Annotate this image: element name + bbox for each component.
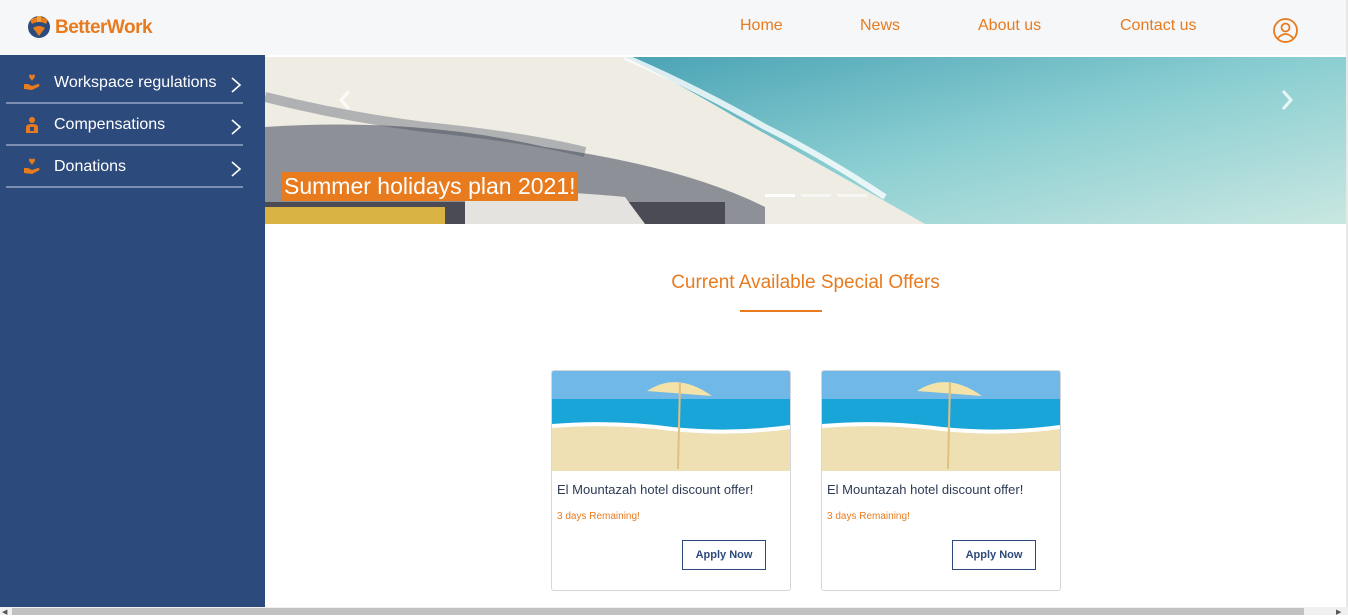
hero-carousel: Summer holidays plan 2021! [265, 57, 1346, 224]
section-title: Current Available Special Offers [671, 272, 940, 293]
sidebar: Workspace regulations Compensations Dona… [0, 55, 265, 607]
title-underline [740, 310, 822, 312]
nav-contact-us[interactable]: Contact us [1120, 17, 1196, 35]
top-header: BetterWork Home News About us Contact us [0, 0, 1348, 55]
chevron-right-icon [231, 161, 242, 177]
carousel-next-icon[interactable] [1280, 89, 1294, 111]
offer-title: El Mountazah hotel discount offer! [557, 482, 754, 497]
nav-news[interactable]: News [860, 17, 900, 35]
hand-heart-icon [24, 158, 40, 174]
apply-now-button[interactable]: Apply Now [682, 540, 766, 570]
main-nav: Home News About us Contact us [0, 17, 1348, 37]
carousel-prev-icon[interactable] [338, 89, 352, 111]
scrollbar-thumb[interactable] [12, 608, 1304, 615]
sidebar-item-compensations[interactable]: Compensations [6, 104, 243, 146]
carousel-indicator[interactable] [837, 194, 867, 197]
person-money-icon [26, 117, 38, 133]
offer-card: El Mountazah hotel discount offer! 3 day… [551, 370, 791, 591]
carousel-indicator[interactable] [765, 194, 795, 197]
hand-heart-icon [24, 74, 40, 90]
apply-now-button[interactable]: Apply Now [952, 540, 1036, 570]
offer-card: El Mountazah hotel discount offer! 3 day… [821, 370, 1061, 591]
nav-home[interactable]: Home [740, 17, 783, 35]
carousel-indicator[interactable] [801, 194, 831, 197]
hero-caption: Summer holidays plan 2021! [282, 172, 578, 201]
sidebar-item-label: Workspace regulations [54, 74, 217, 91]
offer-remaining: 3 days Remaining! [557, 511, 640, 522]
beach-umbrella-image [822, 371, 1060, 471]
sidebar-item-workspace-regulations[interactable]: Workspace regulations [6, 62, 243, 104]
chevron-right-icon [231, 77, 242, 93]
nav-about-us[interactable]: About us [978, 17, 1041, 35]
sidebar-item-donations[interactable]: Donations [6, 146, 243, 188]
user-circle-icon[interactable] [1272, 17, 1299, 44]
beach-umbrella-image [552, 371, 790, 471]
horizontal-scrollbar[interactable]: ◀ ▶ [0, 607, 1348, 616]
sidebar-item-label: Donations [54, 158, 127, 175]
offer-remaining: 3 days Remaining! [827, 511, 910, 522]
offer-title: El Mountazah hotel discount offer! [827, 482, 1024, 497]
chevron-right-icon [231, 119, 242, 135]
sidebar-item-label: Compensations [54, 116, 166, 133]
carousel-indicators [765, 194, 867, 197]
